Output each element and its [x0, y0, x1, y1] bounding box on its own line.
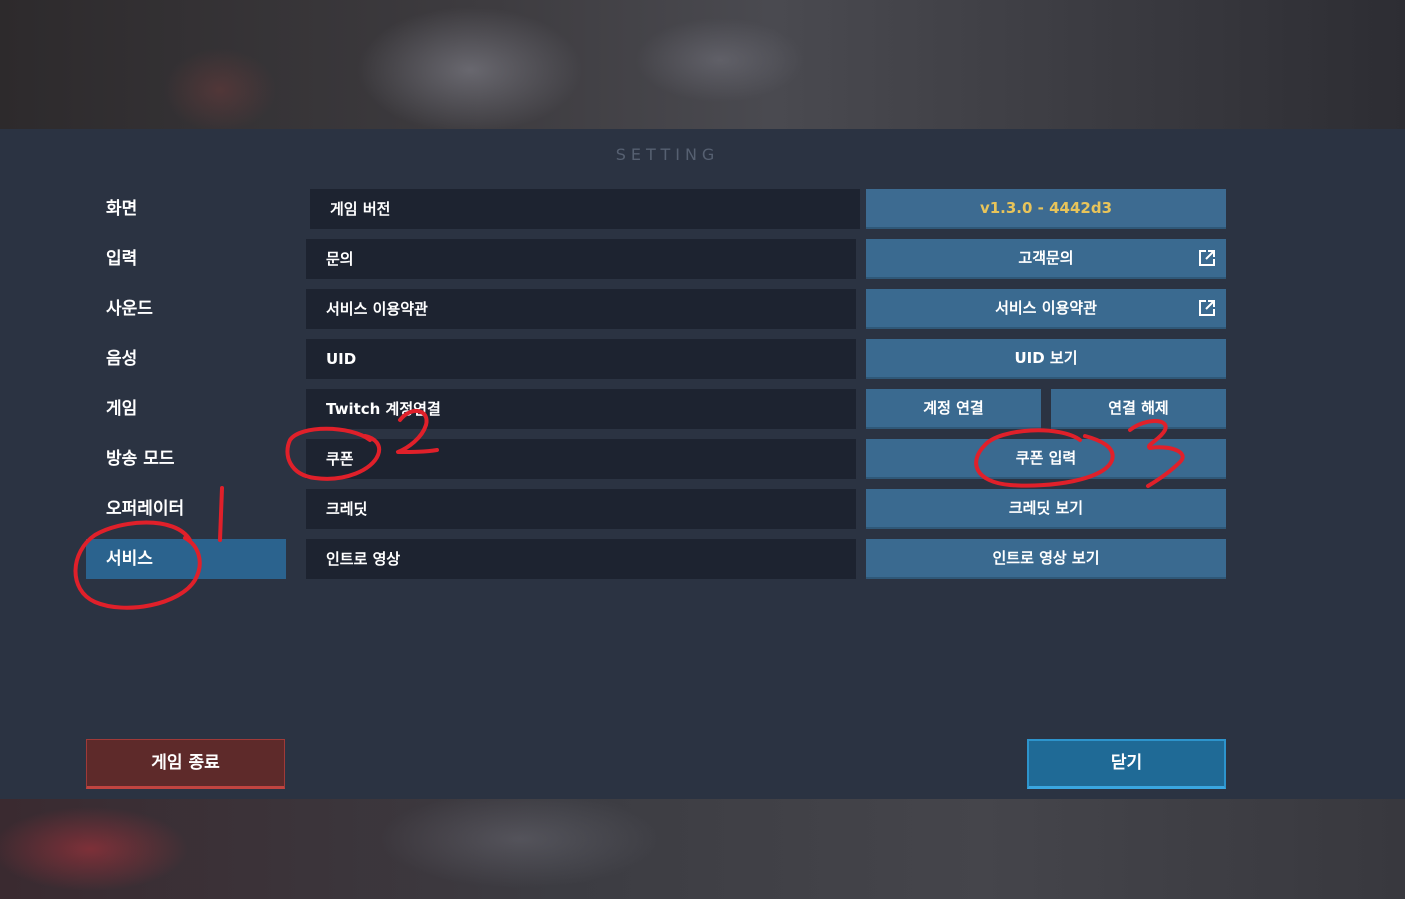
- sidebar-item-input[interactable]: 입력: [86, 239, 286, 279]
- background-art-bottom: [0, 799, 1405, 899]
- sidebar-item-game[interactable]: 게임: [86, 389, 286, 429]
- game-version-value: v1.3.0 - 4442d3: [866, 189, 1226, 229]
- terms-of-service-label: 서비스 이용약관: [995, 299, 1097, 317]
- enter-coupon-button[interactable]: 쿠폰 입력: [866, 439, 1226, 479]
- unlink-account-button[interactable]: 연결 해제: [1051, 389, 1226, 429]
- row-label-game-version: 게임 버전: [310, 189, 860, 229]
- external-link-icon: [1199, 250, 1215, 266]
- view-intro-video-button[interactable]: 인트로 영상 보기: [866, 539, 1226, 579]
- row-label-inquiry: 문의: [306, 239, 856, 279]
- row-label-coupon: 쿠폰: [306, 439, 856, 479]
- page-title: SETTING: [615, 145, 720, 164]
- quit-game-button[interactable]: 게임 종료: [86, 739, 285, 789]
- row-label-credits: 크레딧: [306, 489, 856, 529]
- view-uid-button[interactable]: UID 보기: [866, 339, 1226, 379]
- row-label-uid: UID: [306, 339, 856, 379]
- row-label-terms: 서비스 이용약관: [306, 289, 856, 329]
- sidebar-item-broadcast-mode[interactable]: 방송 모드: [86, 439, 286, 479]
- sidebar-item-display[interactable]: 화면: [86, 189, 286, 229]
- row-label-twitch: Twitch 계정연결: [306, 389, 856, 429]
- link-account-button[interactable]: 계정 연결: [866, 389, 1041, 429]
- sidebar-item-service[interactable]: 서비스: [86, 539, 286, 579]
- sidebar-item-voice[interactable]: 음성: [86, 339, 286, 379]
- customer-inquiry-label: 고객문의: [1018, 249, 1074, 267]
- external-link-icon: [1199, 300, 1215, 316]
- sidebar-item-sound[interactable]: 사운드: [86, 289, 286, 329]
- customer-inquiry-button[interactable]: 고객문의: [866, 239, 1226, 279]
- background-art-top: [0, 0, 1405, 129]
- close-button[interactable]: 닫기: [1027, 739, 1226, 789]
- sidebar-item-operator[interactable]: 오퍼레이터: [86, 489, 286, 529]
- row-label-intro-video: 인트로 영상: [306, 539, 856, 579]
- view-credits-button[interactable]: 크레딧 보기: [866, 489, 1226, 529]
- terms-of-service-button[interactable]: 서비스 이용약관: [866, 289, 1226, 329]
